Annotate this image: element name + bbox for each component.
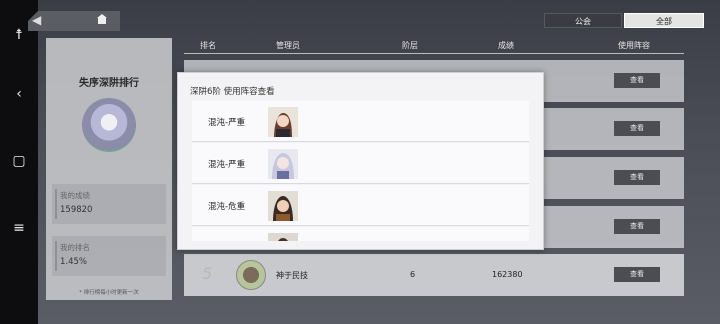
my-rank-value: 1.45%: [60, 257, 88, 267]
header-tier: 阶层: [402, 41, 418, 50]
menu-icon[interactable]: ≡: [0, 220, 38, 236]
view-lineup-button[interactable]: 查看: [614, 267, 660, 282]
list-item[interactable]: 混沌-严重: [192, 101, 529, 142]
row-tier: 6: [410, 270, 416, 279]
my-score-value: 159820: [60, 205, 93, 215]
row-name: 神于民技: [276, 271, 308, 280]
my-rank-box: 我的排名 1.45%: [52, 236, 166, 276]
my-score-box: 我的成绩 159820: [52, 184, 166, 224]
system-nav-bar: ☨ ‹ ▢ ≡: [0, 0, 38, 324]
view-lineup-button[interactable]: 查看: [614, 219, 660, 234]
character-portrait: [268, 107, 298, 137]
back-icon[interactable]: ‹: [0, 86, 38, 102]
list-item[interactable]: [192, 227, 529, 241]
header-rank: 排名: [200, 41, 216, 50]
lineup-modal: 深阱6阶 使用阵容查看 混沌-严重 混沌-严重 混沌-危重: [177, 72, 544, 250]
all-tab[interactable]: 全部: [624, 13, 704, 28]
modal-title: 深阱6阶 使用阵容查看: [190, 87, 275, 97]
home-icon[interactable]: [96, 13, 108, 25]
rank-summary-panel: 失序深阱排行 我的成绩 159820 我的排名 1.45% * 排行榜每小时更新…: [46, 38, 172, 300]
top-nav: ◀: [28, 11, 120, 31]
home-square-icon[interactable]: ▢: [0, 153, 38, 169]
view-lineup-button[interactable]: 查看: [614, 73, 660, 88]
lineup-list[interactable]: 混沌-严重 混沌-严重 混沌-危重: [192, 101, 529, 241]
avatar: [236, 260, 266, 290]
header-admin: 管理员: [276, 41, 300, 50]
header-score: 成绩: [498, 41, 514, 50]
row-rank: 5: [202, 264, 213, 283]
box-accent-bar: [55, 241, 57, 271]
row-score: 162380: [492, 270, 523, 279]
character-portrait: [268, 149, 298, 179]
my-score-label: 我的成绩: [60, 191, 90, 200]
panel-title: 失序深阱排行: [79, 78, 139, 89]
header-lineup: 使用阵容: [618, 41, 650, 50]
difficulty-label: 混沌-严重: [208, 160, 246, 170]
view-lineup-button[interactable]: 查看: [614, 170, 660, 185]
player-avatar: [82, 98, 136, 152]
update-footnote: * 排行榜每小时更新一次: [79, 290, 139, 296]
box-accent-bar: [55, 189, 57, 219]
list-item[interactable]: 混沌-危重: [192, 185, 529, 226]
table-row: 5 神于民技 6 162380 查看: [184, 254, 684, 296]
my-rank-label: 我的排名: [60, 243, 90, 252]
view-lineup-button[interactable]: 查看: [614, 121, 660, 136]
character-portrait: [268, 191, 298, 221]
table-header: 排名 管理员 阶层 成绩 使用阵容: [184, 38, 684, 54]
guild-tab[interactable]: 公会: [544, 13, 622, 28]
list-item[interactable]: 混沌-严重: [192, 143, 529, 184]
difficulty-label: 混沌-危重: [208, 202, 246, 212]
character-portrait: [268, 233, 298, 241]
difficulty-label: 混沌-严重: [208, 118, 246, 128]
